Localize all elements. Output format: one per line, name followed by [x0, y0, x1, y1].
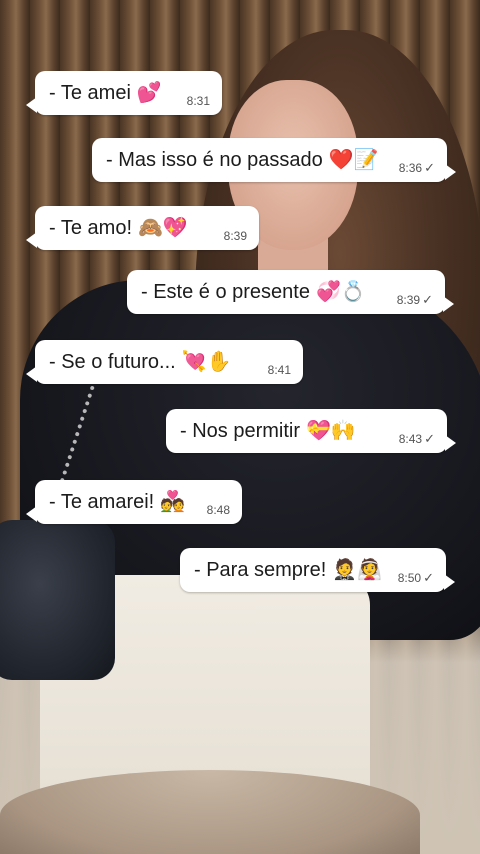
message-emoji: 💕: [136, 82, 162, 104]
message-time: 8:36: [398, 161, 423, 175]
message-time: 8:50: [397, 571, 422, 585]
message-text: - Para sempre!: [194, 558, 327, 581]
message-time: 8:39: [396, 293, 421, 307]
message-time: 8:48: [206, 503, 230, 517]
message-bubble-incoming[interactable]: - Te amarei! 💑 8:48: [26, 480, 242, 524]
read-check-icon: ✓: [424, 160, 435, 175]
message-bubble-outgoing[interactable]: - Mas isso é no passado ❤️📝 8:36 ✓: [92, 138, 456, 182]
message-bubble-outgoing[interactable]: - Para sempre! 🤵👰 8:50 ✓: [180, 548, 455, 592]
message-time: 8:41: [267, 363, 291, 377]
read-check-icon: ✓: [423, 570, 434, 585]
message-text: - Te amo!: [49, 216, 132, 239]
message-text: - Este é o presente: [141, 280, 310, 303]
message-text: - Nos permitir: [180, 419, 301, 442]
read-check-icon: ✓: [422, 292, 433, 307]
message-time: 8:39: [223, 229, 247, 243]
message-emoji: 🙈💖: [138, 217, 188, 239]
message-time: 8:43: [398, 432, 423, 446]
fur-trim: [0, 770, 420, 854]
message-emoji: 🤵👰: [332, 559, 383, 581]
message-bubble-incoming[interactable]: - Te amei 💕 8:31: [26, 71, 222, 115]
message-text: - Te amarei!: [49, 490, 155, 513]
message-emoji: 💞💍: [315, 281, 366, 303]
message-bubble-incoming[interactable]: - Se o futuro... 💘✋ 8:41: [26, 340, 303, 384]
message-text: - Te amei: [49, 81, 131, 104]
message-bubble-incoming[interactable]: - Te amo! 🙈💖 8:39: [26, 206, 259, 250]
message-emoji: 💘✋: [181, 351, 232, 373]
handbag: [0, 520, 115, 680]
message-emoji: 💝🙌: [306, 420, 356, 442]
message-text: - Mas isso é no passado: [106, 148, 323, 171]
read-check-icon: ✓: [424, 431, 435, 446]
message-emoji: ❤️📝: [328, 149, 379, 171]
message-text: - Se o futuro...: [49, 350, 176, 373]
message-emoji: 💑: [160, 491, 186, 513]
message-bubble-outgoing[interactable]: - Este é o presente 💞💍 8:39 ✓: [127, 270, 454, 314]
message-bubble-outgoing[interactable]: - Nos permitir 💝🙌 8:43 ✓: [166, 409, 456, 453]
message-time: 8:31: [186, 94, 210, 108]
